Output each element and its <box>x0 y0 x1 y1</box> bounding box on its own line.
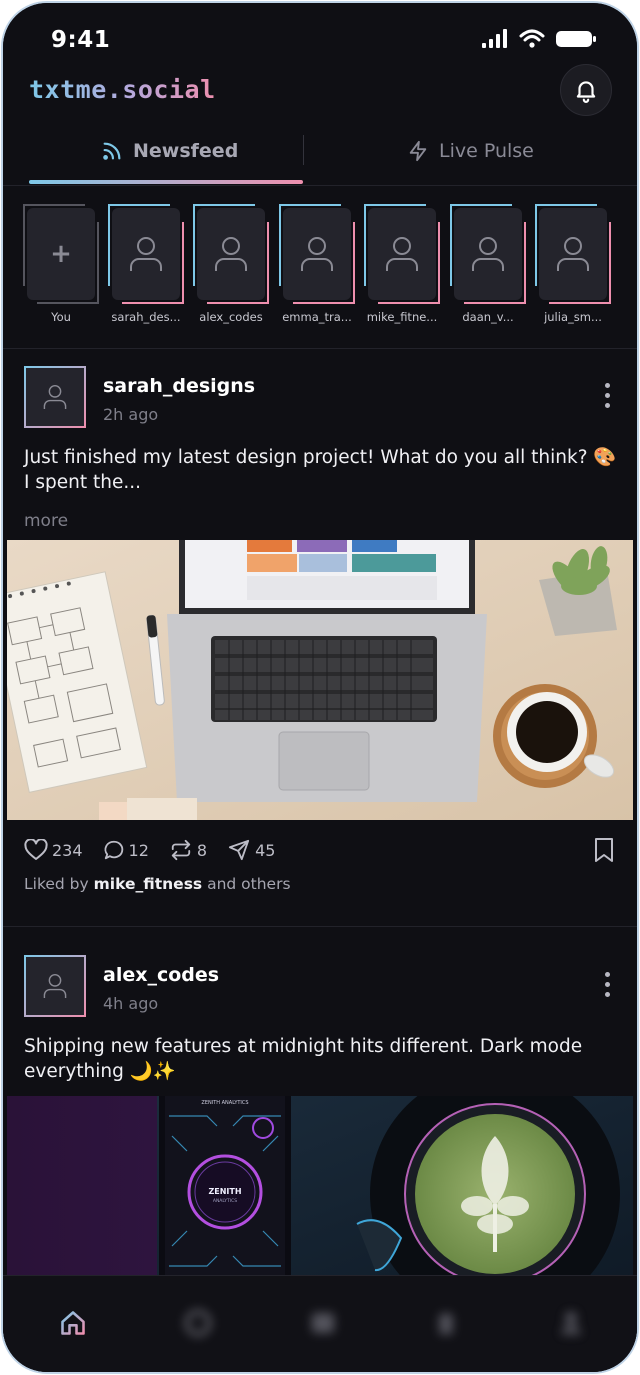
phone-coffee-image: ZENITH ANALYTICS ZENITH ANALYTICS <box>7 1096 633 1286</box>
user-placeholder-icon <box>301 237 333 271</box>
tab-separator <box>303 135 304 165</box>
liked-by-prefix: Liked by <box>24 875 89 893</box>
add-story-icon: + <box>50 239 72 269</box>
messages-icon <box>311 1313 335 1333</box>
liked-by-suffix: and others <box>207 875 291 893</box>
nav-messages[interactable] <box>308 1308 338 1338</box>
user-placeholder-icon <box>130 237 162 271</box>
avatar[interactable] <box>24 366 86 428</box>
liked-by-user[interactable]: mike_fitness <box>94 875 203 893</box>
tab-newsfeed[interactable]: Newsfeed <box>101 123 238 179</box>
bell-icon <box>576 81 596 103</box>
story-label: You <box>51 310 71 324</box>
nav-search[interactable] <box>431 1308 461 1338</box>
story-you[interactable]: + You <box>23 204 99 324</box>
send-icon <box>229 839 250 861</box>
lightning-icon <box>409 140 427 162</box>
bottom-navigation <box>3 1275 637 1372</box>
phone-sub-text: ANALYTICS <box>213 1198 237 1204</box>
story-thumb: + <box>23 204 99 304</box>
post-image[interactable]: ZENITH ANALYTICS ZENITH ANALYTICS <box>7 1096 633 1286</box>
battery-icon <box>556 31 596 47</box>
repost-button[interactable]: 8 <box>169 839 207 861</box>
post-text: Just finished my latest design project! … <box>24 447 617 493</box>
post-actions: 234 12 8 45 <box>24 835 615 865</box>
notifications-button[interactable] <box>560 64 612 116</box>
user-placeholder-icon <box>557 237 589 271</box>
post-menu-button[interactable] <box>603 383 611 408</box>
story-item[interactable]: emma_tra... <box>279 204 355 324</box>
user-placeholder-icon <box>386 237 418 271</box>
feed-tabs: Newsfeed Live Pulse <box>3 123 637 186</box>
phone-frame: 9:41 txtme.social Newsfeed Live Pulse + … <box>1 1 639 1374</box>
repost-icon <box>171 839 191 861</box>
post-card: sarah_designs 2h ago Just finished my la… <box>3 349 637 927</box>
tab-live-pulse[interactable]: Live Pulse <box>407 123 534 179</box>
explore-icon <box>184 1309 212 1337</box>
signal-icon <box>482 29 507 48</box>
post-divider <box>3 926 637 927</box>
system-icons <box>481 29 597 49</box>
post-text: Shipping new features at midnight hits d… <box>24 1036 583 1082</box>
heart-icon <box>24 839 48 860</box>
rss-icon <box>103 142 121 160</box>
tab-newsfeed-label: Newsfeed <box>133 140 239 162</box>
nav-profile[interactable] <box>556 1308 586 1338</box>
tab-live-pulse-label: Live Pulse <box>439 140 534 162</box>
comment-icon <box>104 840 123 860</box>
repost-count: 8 <box>196 840 208 860</box>
bookmark-icon <box>595 838 613 862</box>
story-label: mike_fitne... <box>366 310 438 324</box>
phone-header-text: ZENITH ANALYTICS <box>201 1100 248 1106</box>
app-screen: 9:41 txtme.social Newsfeed Live Pulse + … <box>3 3 637 1372</box>
story-label: daan_v... <box>462 310 514 324</box>
like-button[interactable]: 234 <box>24 839 83 861</box>
post-card: alex_codes 4h ago Shipping new features … <box>3 938 637 1286</box>
story-label: julia_sm... <box>544 310 602 324</box>
post-username[interactable]: alex_codes <box>103 964 219 986</box>
story-item[interactable]: daan_v... <box>450 204 526 324</box>
app-header: txtme.social <box>3 63 637 119</box>
phone-brand-text: ZENITH <box>208 1187 241 1196</box>
story-item[interactable]: sarah_des... <box>108 204 184 324</box>
more-link[interactable]: more <box>24 511 68 531</box>
story-item[interactable]: alex_codes <box>193 204 269 324</box>
post-time: 4h ago <box>103 994 159 1013</box>
post-image[interactable] <box>7 540 633 820</box>
home-icon <box>61 1311 85 1335</box>
user-placeholder-icon <box>43 974 67 998</box>
search-icon <box>438 1313 454 1335</box>
liked-by-text: Liked by mike_fitness and others <box>24 875 291 893</box>
story-label: emma_tra... <box>282 310 352 324</box>
story-label: sarah_des... <box>111 310 181 324</box>
story-item[interactable]: mike_fitne... <box>364 204 440 324</box>
post-menu-button[interactable] <box>603 972 611 997</box>
user-placeholder-icon <box>215 237 247 271</box>
comment-button[interactable]: 12 <box>103 839 149 861</box>
nav-explore[interactable] <box>183 1308 213 1338</box>
active-tab-indicator <box>29 180 303 184</box>
story-item[interactable]: julia_sm... <box>535 204 611 324</box>
desk-laptop-image <box>7 540 633 820</box>
share-count: 45 <box>255 840 276 860</box>
like-count: 234 <box>52 840 83 860</box>
bookmark-button[interactable] <box>593 837 615 867</box>
nav-home[interactable] <box>58 1308 88 1338</box>
profile-icon <box>561 1311 581 1335</box>
user-placeholder-icon <box>43 384 67 409</box>
user-placeholder-icon <box>472 237 504 271</box>
wifi-icon <box>519 29 545 48</box>
comment-count: 12 <box>128 840 149 860</box>
story-label: alex_codes <box>199 310 263 324</box>
status-time: 9:41 <box>51 27 111 53</box>
post-time: 2h ago <box>103 405 159 424</box>
avatar[interactable] <box>24 955 86 1017</box>
brand-logo[interactable]: txtme.social <box>29 75 216 104</box>
post-username[interactable]: sarah_designs <box>103 375 255 397</box>
share-button[interactable]: 45 <box>227 839 275 861</box>
stories-row: + You sarah_des... alex_codes emma_tra..… <box>3 186 637 349</box>
